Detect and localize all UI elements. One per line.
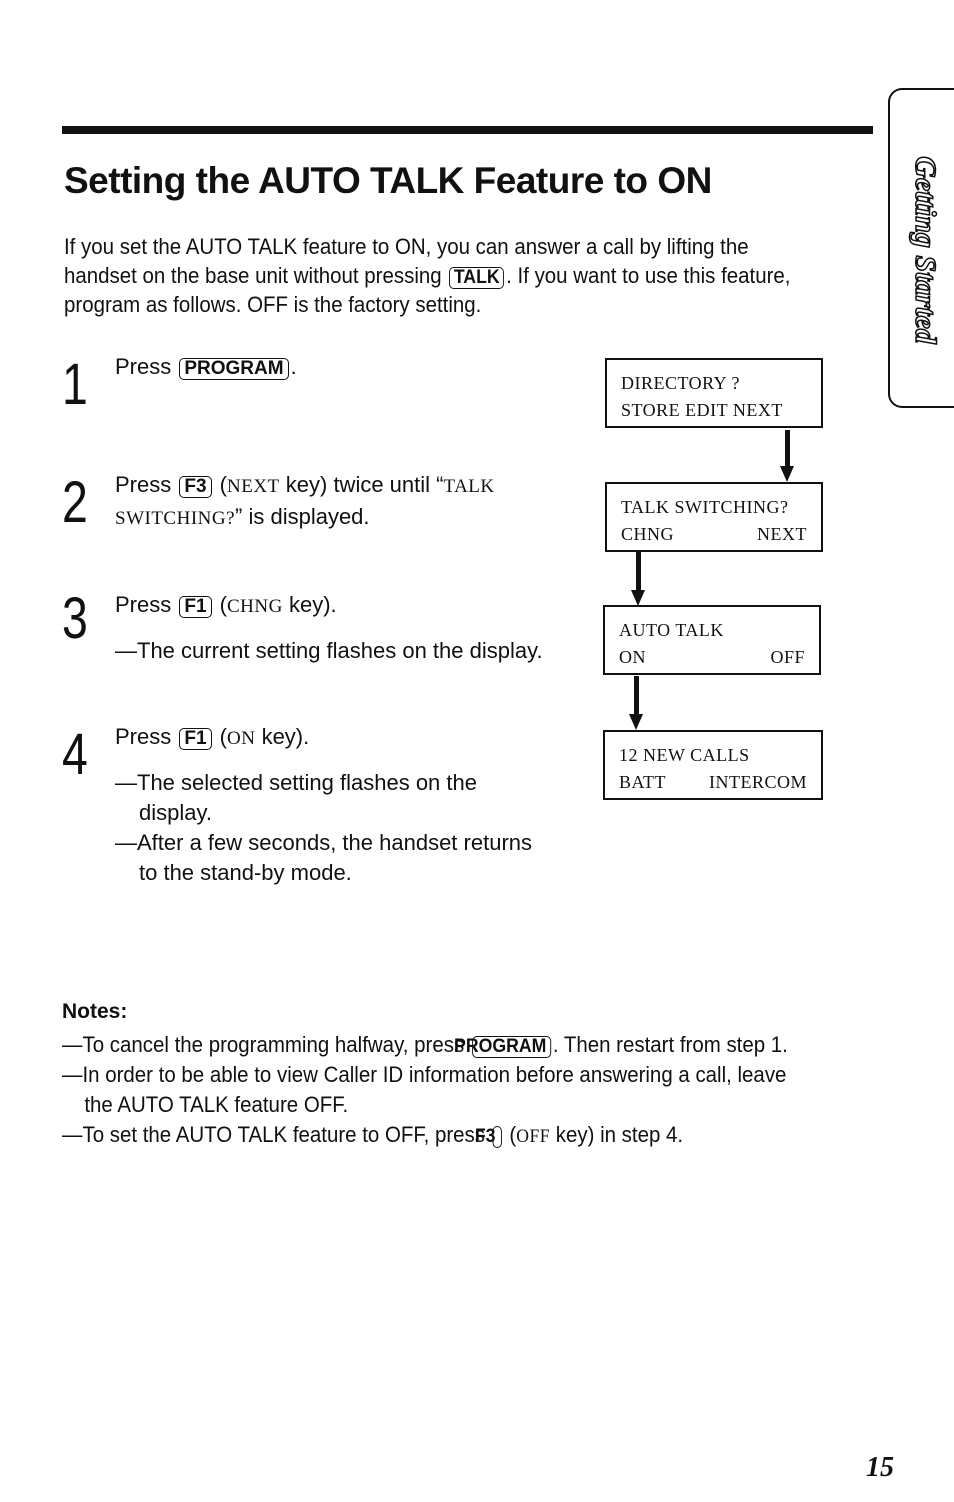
arrow-down-icon xyxy=(629,714,643,730)
arrow-down-icon xyxy=(780,466,794,482)
note-item: —In order to be able to view Caller ID i… xyxy=(62,1062,787,1117)
page-title: Setting the AUTO TALK Feature to ON xyxy=(64,160,712,201)
arrow-down-icon xyxy=(631,590,645,606)
talk-key: TALK xyxy=(449,267,505,289)
page-number: 15 xyxy=(866,1452,894,1483)
notes-list: —To cancel the programming halfway, pres… xyxy=(62,1030,806,1152)
lcd-display: DIRECTORY ? STORE EDIT NEXT xyxy=(605,358,823,428)
section-rule xyxy=(62,126,873,134)
notes-heading: Notes: xyxy=(62,1000,128,1023)
step-4-text: Press F1 (ON key). —The selected setting … xyxy=(115,724,533,885)
f3-key: F3 xyxy=(179,476,212,498)
step-2-text: Press F3 (NEXT key) twice until “TALK SW… xyxy=(115,472,495,529)
program-key: PROGRAM xyxy=(454,1036,551,1058)
lcd-display: TALK SWITCHING? CHNG NEXT xyxy=(605,482,823,552)
flow-arrow xyxy=(636,552,641,592)
step-3-text: Press F1 (CHNG key). —The current setting… xyxy=(115,592,543,663)
note-item: —To set the AUTO TALK feature to OFF, pr… xyxy=(62,1122,684,1148)
f1-key: F1 xyxy=(179,728,212,750)
step-number: 3 xyxy=(62,586,88,651)
step-number: 2 xyxy=(62,470,88,535)
f1-key: F1 xyxy=(179,596,212,618)
program-key: PROGRAM xyxy=(179,358,289,380)
flow-arrow xyxy=(785,430,790,468)
flow-arrow xyxy=(634,676,639,716)
lcd-display: AUTO TALK ON OFF xyxy=(603,605,821,675)
step-number: 4 xyxy=(62,722,88,787)
intro-paragraph: If you set the AUTO TALK feature to ON, … xyxy=(64,234,791,317)
step-1-text: Press PROGRAM. xyxy=(115,354,297,380)
step-number: 1 xyxy=(62,352,88,417)
section-tab-label: Getting Started xyxy=(908,155,943,344)
lcd-display: 12 NEW CALLS BATT INTERCOM xyxy=(603,730,823,800)
note-item: —To cancel the programming halfway, pres… xyxy=(62,1032,788,1058)
f3-key: F3 xyxy=(475,1126,502,1148)
